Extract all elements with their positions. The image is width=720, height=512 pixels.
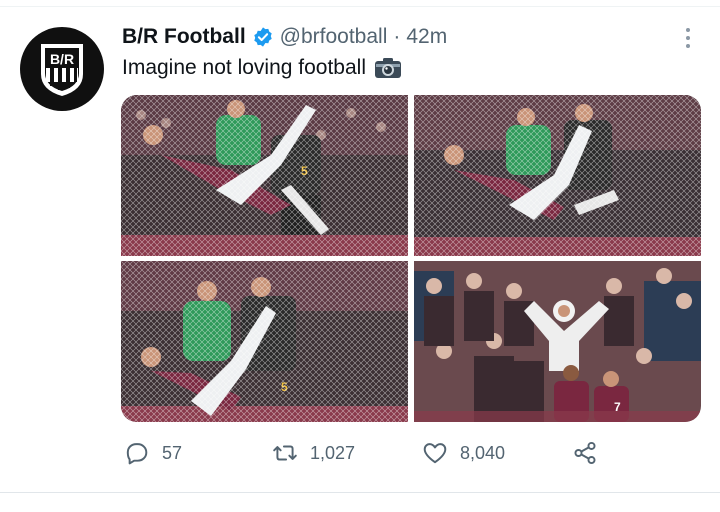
photo-2[interactable] (414, 95, 701, 256)
like-count: 8,040 (460, 442, 506, 463)
avatar[interactable]: B/R (20, 27, 104, 111)
top-divider (0, 6, 720, 7)
tweet-actions: 57 1,027 8,040 (122, 436, 602, 470)
share-icon (574, 441, 596, 465)
media-grid[interactable]: 5 (121, 95, 701, 422)
photo-4[interactable]: 7 (414, 261, 701, 422)
tweet-header: B/R Football @brfootball · 42m (122, 22, 447, 52)
reply-count: 57 (162, 442, 183, 463)
account-name[interactable]: B/R Football (122, 25, 246, 49)
retweet-button[interactable]: 1,027 (272, 436, 355, 470)
tweet-text: Imagine not loving football (122, 56, 402, 80)
verified-badge-icon (253, 27, 272, 47)
heart-icon (423, 443, 447, 464)
like-button[interactable]: 8,040 (422, 436, 505, 470)
separator-dot: · (393, 25, 401, 48)
bottom-divider (0, 492, 720, 493)
reply-icon (126, 443, 148, 465)
share-button[interactable] (572, 436, 598, 470)
camera-icon (375, 58, 401, 78)
tweet-body: Imagine not loving football (122, 56, 366, 79)
br-logo-icon: B/R (41, 44, 83, 96)
reply-button[interactable]: 57 (124, 436, 182, 470)
more-options-icon[interactable] (676, 24, 700, 52)
photo-3[interactable]: 5 (121, 261, 408, 422)
photo-1[interactable]: 5 (121, 95, 408, 256)
retweet-count: 1,027 (310, 442, 356, 463)
timestamp[interactable]: 42m (406, 25, 447, 49)
account-handle[interactable]: @brfootball (280, 25, 388, 49)
retweet-icon (273, 445, 297, 461)
avatar-text: B/R (50, 51, 74, 67)
